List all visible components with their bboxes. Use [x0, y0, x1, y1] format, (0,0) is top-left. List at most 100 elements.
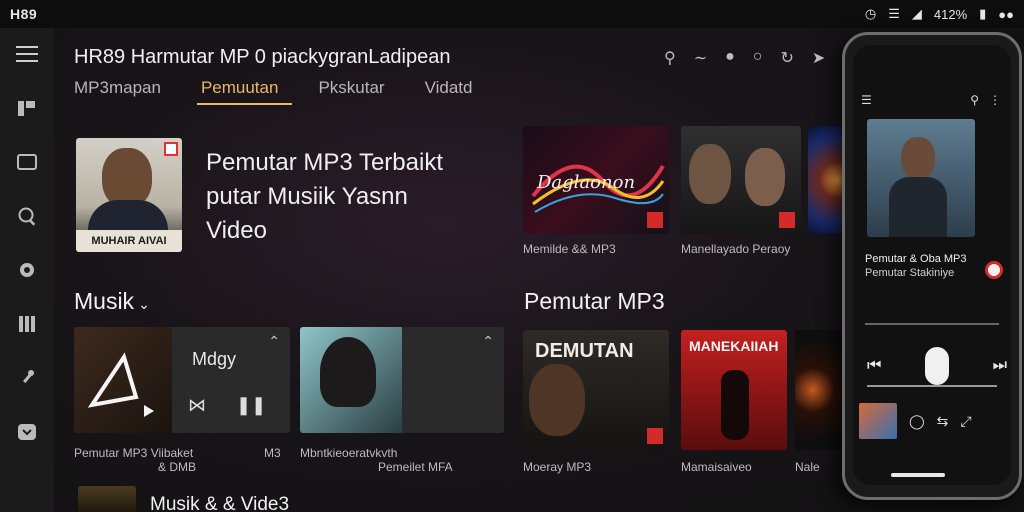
album-card-4[interactable]: DEMUTAN [523, 330, 669, 450]
collapse-icon-2[interactable]: ⌃ [482, 333, 494, 350]
phone-art-body [889, 177, 947, 237]
player-card-2-caption-a: Mbntkieoeratvkvth [300, 446, 398, 460]
player-card-1-tag: M3 [264, 446, 281, 460]
album-5-caption: Mamaisaiveo [681, 460, 752, 474]
settings-icon[interactable] [15, 258, 39, 282]
player-card-1-title: Mdgy [192, 349, 237, 369]
phone-mockup: ☰ ⚲ ⋮ Pemutar & Oba MP3 Pemutar Stakiniy… [842, 32, 1022, 500]
album-card-5[interactable]: MANEKAIIAH [681, 330, 787, 450]
signal-icon: ◢ [911, 6, 922, 21]
phone-volume-bar[interactable] [867, 385, 997, 387]
phone-repeat-icon[interactable]: ◯ [909, 413, 925, 430]
phone-search-icon[interactable]: ⚲ [970, 93, 979, 107]
play-logo-icon [87, 352, 154, 417]
phone-album-art[interactable] [867, 119, 975, 237]
phone-art-face [901, 137, 935, 179]
phone-expand-icon[interactable]: ⤢ [960, 413, 971, 430]
tab-bar: MP3mapan Pemuutan Pkskutar Vidatd [74, 78, 472, 105]
arrow-icon[interactable]: ➤ [812, 48, 825, 68]
album-2-face-a [689, 144, 731, 204]
album-1-art-text: Daglaonon [537, 172, 636, 193]
player-card-2-thumb [300, 327, 402, 433]
refresh-icon[interactable]: ↻ [780, 48, 793, 68]
hero-line-3: Video [206, 217, 267, 244]
player-card-1-controls: ⋈ ❚❚ [188, 395, 266, 416]
phone-menu-icon[interactable]: ☰ [861, 93, 872, 107]
phone-thumb[interactable] [859, 403, 897, 439]
album-4-art-text: DEMUTAN [535, 340, 634, 362]
battery-text: 412% [933, 6, 968, 22]
mic-icon[interactable]: ● [725, 48, 735, 68]
phone-seek-bar[interactable] [865, 323, 999, 325]
phone-next-icon[interactable]: ⏭ [993, 357, 1007, 375]
status-icons: ◷ ☰ ◢ 412% ▮ ●● [865, 6, 1014, 22]
player-card-1[interactable]: Mdgy ⌃ ⋈ ❚❚ [74, 327, 290, 433]
phone-more-icon[interactable]: ⋮ [989, 93, 1001, 107]
section-musik-video: Musik & & Vide3 [150, 494, 290, 512]
hero-album-caption: MUHAIR AIVAI [76, 230, 182, 252]
phone-controls: ⏮ ⏭ [867, 347, 1007, 385]
battery-icon: ▮ [979, 6, 987, 21]
album-5-art-text: MANEKAIIAH [689, 338, 779, 354]
phone-bottom-row: ◯ ⇆ ⤢ [859, 403, 1005, 439]
cast-icon[interactable]: ○ [753, 48, 763, 68]
video-icon[interactable] [15, 150, 39, 174]
collapse-icon[interactable]: ⌃ [268, 333, 280, 350]
album-4-badge-icon [647, 428, 663, 444]
shuffle-icon[interactable]: ⋈ [188, 395, 206, 416]
hero-line-1: Pemutar MP3 Terbaikt [206, 149, 443, 176]
tab-vidatd[interactable]: Vidatd [425, 78, 473, 105]
album-4-face [529, 364, 585, 436]
tools-icon[interactable] [15, 366, 39, 390]
section-musik[interactable]: Musik ⌄ [74, 288, 150, 315]
phone-top-bar: ☰ ⚲ ⋮ [861, 93, 1001, 107]
player-card-2[interactable]: ⌃ [300, 327, 504, 433]
phone-screen: ☰ ⚲ ⋮ Pemutar & Oba MP3 Pemutar Stakiniy… [853, 45, 1011, 485]
album-card-1[interactable]: Daglaonon [523, 126, 669, 234]
phone-favorite-icon[interactable] [985, 261, 1003, 279]
phone-track-subtitle: Pemutar Stakiniye [865, 267, 955, 279]
pause-icon[interactable]: ❚❚ [236, 395, 266, 416]
equalizer-icon[interactable] [15, 312, 39, 336]
menu-icon[interactable] [15, 42, 39, 66]
hero-art-face [102, 148, 152, 208]
download-icon[interactable] [15, 420, 39, 444]
player-card-2-face [320, 337, 376, 407]
tab-mp3mapan[interactable]: MP3mapan [74, 78, 161, 105]
wave-icon[interactable]: ∼ [694, 48, 707, 68]
album-2-face-b [745, 148, 785, 206]
player-card-1-caption-a: Pemutar MP3 Viibaket [74, 446, 194, 460]
library-icon[interactable] [15, 96, 39, 120]
section-musik-label: Musik [74, 288, 135, 314]
player-card-2-caption-b: Pemeilet MFA [378, 460, 453, 474]
album-5-figure [721, 370, 749, 440]
album-1-badge-icon [647, 212, 663, 228]
phone-prev-icon[interactable]: ⏮ [867, 357, 881, 375]
side-rail [0, 28, 54, 512]
search-icon[interactable] [15, 204, 39, 228]
hero-album-art[interactable]: MUHAIR AIVAI [76, 138, 182, 252]
phone-home-indicator [891, 473, 945, 477]
app-title: HR89 Harmutar MP 0 piackygranLadipean [74, 46, 451, 68]
hero-headline: Pemutar MP3 Terbaikt putar Musiik Yasnn … [206, 146, 526, 248]
album-card-2[interactable] [681, 126, 801, 234]
alarm-icon: ◷ [864, 6, 877, 21]
tab-pemuutan[interactable]: Pemuutan [196, 78, 292, 105]
status-extra-icon: ●● [998, 6, 1014, 22]
album-2-caption: Manellayado Peraoy [681, 242, 791, 256]
tab-pkskutar[interactable]: Pkskutar [318, 78, 384, 105]
bottom-thumb[interactable] [78, 486, 136, 512]
album-4-caption: Moeray MP3 [523, 460, 592, 474]
top-actions: ⚲ ∼ ● ○ ↻ ➤ [664, 48, 825, 68]
album-6-caption: Nale [795, 460, 820, 474]
search-top-icon[interactable]: ⚲ [664, 48, 676, 68]
wifi-icon: ☰ [888, 6, 900, 21]
phone-shuffle-icon[interactable]: ⇆ [937, 413, 949, 430]
player-card-1-caption-b: & DMB [158, 460, 197, 474]
status-bar: H89 ◷ ☰ ◢ 412% ▮ ●● [0, 0, 1024, 28]
chevron-down-icon: ⌄ [138, 296, 150, 312]
player-card-1-thumb [74, 327, 172, 433]
phone-track-title: Pemutar & Oba MP3 [865, 253, 967, 265]
section-pemutar: Pemutar MP3 [524, 288, 665, 314]
phone-play-button[interactable] [925, 347, 949, 385]
